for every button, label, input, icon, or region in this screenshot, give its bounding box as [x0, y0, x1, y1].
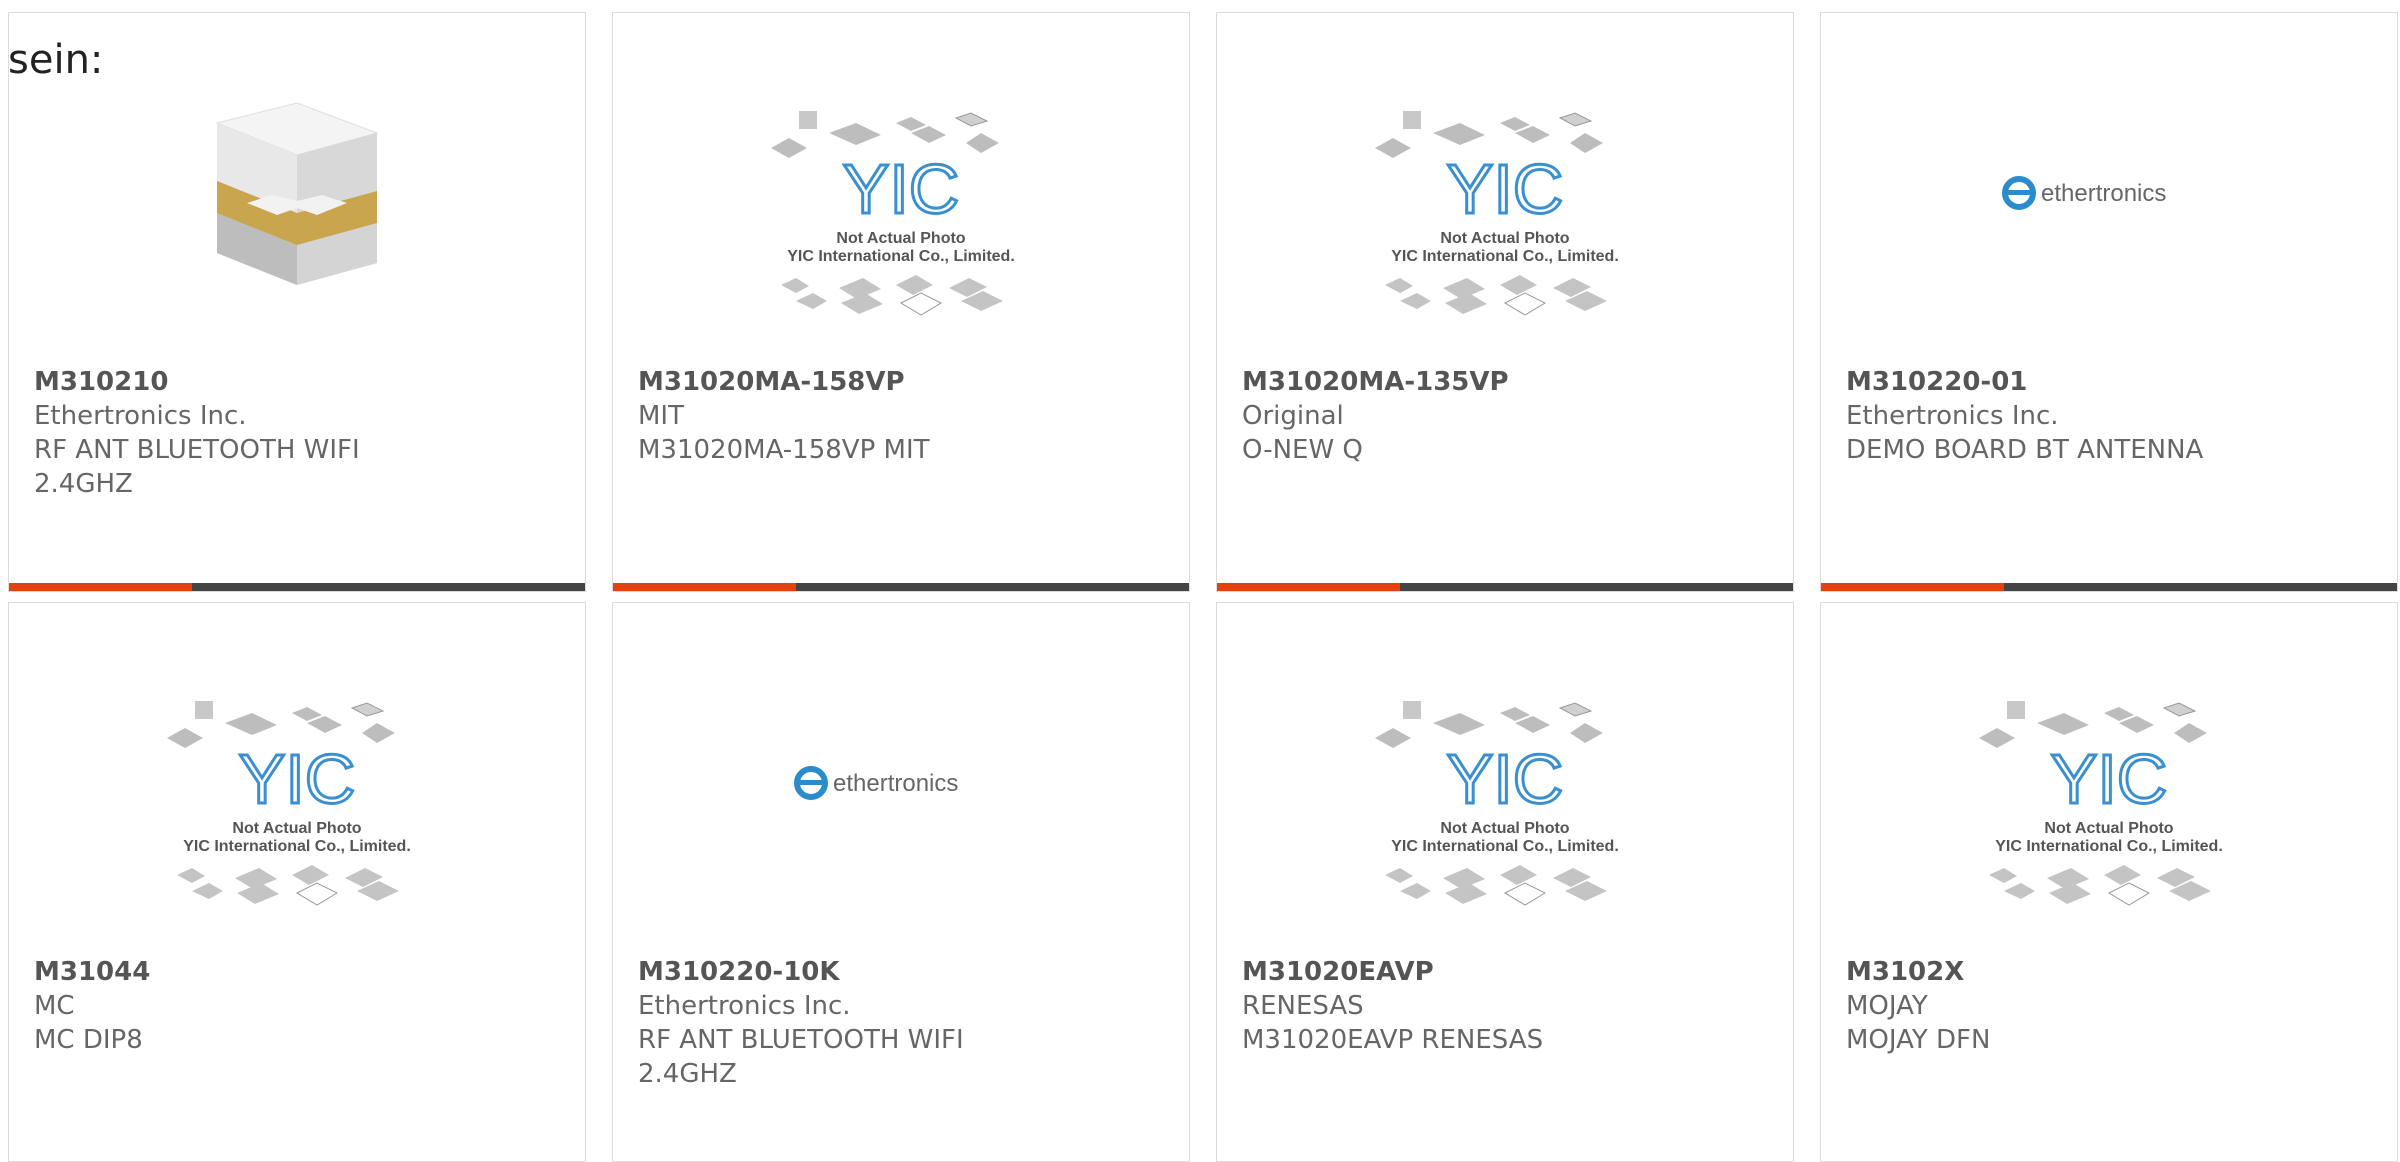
- manufacturer: MOJAY: [1846, 991, 1928, 1021]
- manufacturer: MIT: [638, 401, 684, 431]
- product-image[interactable]: ethertronics: [1959, 63, 2259, 353]
- part-number[interactable]: M31044: [34, 955, 565, 989]
- svg-text:YIC International Co., Limited: YIC International Co., Limited.: [1995, 838, 2223, 855]
- product-card[interactable]: YIC Not Actual Photo YIC International C…: [1820, 602, 2398, 1162]
- product-image[interactable]: YIC Not Actual Photo YIC International C…: [751, 63, 1051, 353]
- description-cont: 2.4GHZ: [638, 1059, 737, 1089]
- part-number[interactable]: M310210: [34, 365, 565, 399]
- description: DEMO BOARD BT ANTENNA: [1846, 435, 2204, 465]
- yic-placeholder-icon: YIC Not Actual Photo YIC International C…: [1979, 701, 2223, 906]
- card-bar: [613, 583, 1189, 591]
- product-image[interactable]: YIC Not Actual Photo YIC International C…: [1355, 63, 1655, 353]
- manufacturer: Ethertronics Inc.: [1846, 401, 2059, 431]
- svg-text:ethertronics: ethertronics: [2041, 180, 2166, 207]
- product-card[interactable]: YIC Not Actual Photo YIC International C…: [1216, 12, 1794, 592]
- product-image[interactable]: YIC Not Actual Photo YIC International C…: [1959, 653, 2259, 943]
- svg-text:YIC International Co., Limited: YIC International Co., Limited.: [183, 838, 411, 855]
- svg-text:YIC: YIC: [1447, 150, 1564, 228]
- svg-text:YIC: YIC: [1447, 740, 1564, 818]
- card-bar: [1821, 583, 2397, 591]
- description: RF ANT BLUETOOTH WIFI: [638, 1025, 964, 1055]
- svg-text:ethertronics: ethertronics: [833, 770, 958, 797]
- description: RF ANT BLUETOOTH WIFI: [34, 435, 360, 465]
- card-bar: [1217, 583, 1793, 591]
- svg-text:Not Actual Photo: Not Actual Photo: [836, 230, 965, 247]
- part-number[interactable]: M310220-01: [1846, 365, 2377, 399]
- description: M31020EAVP RENESAS: [1242, 1025, 1544, 1055]
- product-card[interactable]: YIC Not Actual Photo YIC International C…: [1216, 602, 1794, 1162]
- product-card[interactable]: M310210 Ethertronics Inc. RF ANT BLUETOO…: [8, 12, 586, 592]
- product-card[interactable]: YIC Not Actual Photo YIC International C…: [612, 12, 1190, 592]
- product-card[interactable]: YIC Not Actual Photo YIC International C…: [8, 602, 586, 1162]
- svg-text:Not Actual Photo: Not Actual Photo: [232, 820, 361, 837]
- description: MC DIP8: [34, 1025, 143, 1055]
- svg-text:YIC International Co., Limited: YIC International Co., Limited.: [787, 248, 1015, 265]
- manufacturer: Original: [1242, 401, 1344, 431]
- description-cont: 2.4GHZ: [34, 469, 133, 499]
- svg-text:YIC International Co., Limited: YIC International Co., Limited.: [1391, 248, 1619, 265]
- svg-text:YIC: YIC: [239, 740, 356, 818]
- svg-text:Not Actual Photo: Not Actual Photo: [1440, 820, 1569, 837]
- yic-placeholder-icon: YIC Not Actual Photo YIC International C…: [167, 701, 411, 906]
- part-number[interactable]: M31020EAVP: [1242, 955, 1773, 989]
- manufacturer: MC: [34, 991, 75, 1021]
- part-number[interactable]: M31020MA-135VP: [1242, 365, 1773, 399]
- yic-placeholder-icon: YIC Not Actual Photo YIC International C…: [1375, 111, 1619, 316]
- svg-text:YIC: YIC: [2051, 740, 2168, 818]
- manufacturer: RENESAS: [1242, 991, 1364, 1021]
- yic-placeholder-icon: YIC Not Actual Photo YIC International C…: [1375, 701, 1619, 906]
- product-image[interactable]: YIC Not Actual Photo YIC International C…: [1355, 653, 1655, 943]
- product-card[interactable]: ethertronics M310220-01 Ethertronics Inc…: [1820, 12, 2398, 592]
- description: O-NEW Q: [1242, 435, 1363, 465]
- description: M31020MA-158VP MIT: [638, 435, 930, 465]
- product-image[interactable]: ethertronics: [751, 653, 1051, 943]
- description: MOJAY DFN: [1846, 1025, 1991, 1055]
- part-number[interactable]: M310220-10K: [638, 955, 1169, 989]
- chip-antenna-icon: [215, 102, 379, 285]
- part-number[interactable]: M31020MA-158VP: [638, 365, 1169, 399]
- svg-text:Not Actual Photo: Not Actual Photo: [1440, 230, 1569, 247]
- ethertronics-logo-icon: ethertronics: [794, 766, 958, 800]
- lead-text: sein:: [8, 37, 104, 83]
- card-bar: [9, 583, 585, 591]
- svg-text:YIC International Co., Limited: YIC International Co., Limited.: [1391, 838, 1619, 855]
- manufacturer: Ethertronics Inc.: [638, 991, 851, 1021]
- manufacturer: Ethertronics Inc.: [34, 401, 247, 431]
- svg-text:YIC: YIC: [843, 150, 960, 228]
- product-image[interactable]: [147, 63, 447, 353]
- product-image[interactable]: YIC Not Actual Photo YIC International C…: [147, 653, 447, 943]
- ethertronics-logo-icon: ethertronics: [2002, 176, 2166, 210]
- svg-text:Not Actual Photo: Not Actual Photo: [2044, 820, 2173, 837]
- yic-placeholder-icon: YIC Not Actual Photo YIC International C…: [771, 111, 1015, 316]
- product-card[interactable]: ethertronics M310220-10K Ethertronics In…: [612, 602, 1190, 1162]
- part-number[interactable]: M3102X: [1846, 955, 2377, 989]
